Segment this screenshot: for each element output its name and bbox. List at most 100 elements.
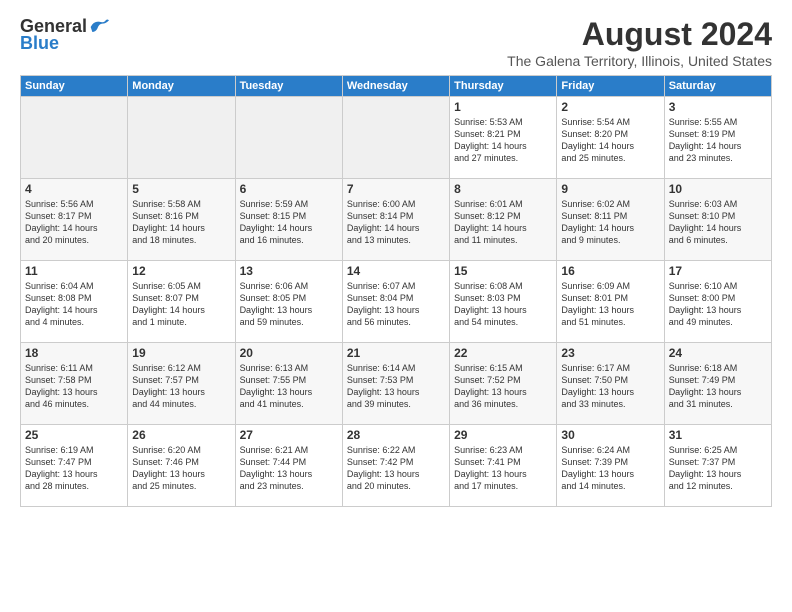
day-info: Sunrise: 6:21 AM Sunset: 7:44 PM Dayligh… (240, 444, 338, 493)
calendar-cell: 30 Sunrise: 6:24 AM Sunset: 7:39 PM Dayli… (557, 425, 664, 507)
calendar-cell (235, 97, 342, 179)
calendar-cell: 5 Sunrise: 5:58 AM Sunset: 8:16 PM Daylig… (128, 179, 235, 261)
day-info: Sunrise: 6:12 AM Sunset: 7:57 PM Dayligh… (132, 362, 230, 411)
week-row-2: 4 Sunrise: 5:56 AM Sunset: 8:17 PM Daylig… (21, 179, 772, 261)
day-number: 19 (132, 346, 230, 360)
day-number: 22 (454, 346, 552, 360)
weekday-header-wednesday: Wednesday (342, 76, 449, 97)
day-info: Sunrise: 6:09 AM Sunset: 8:01 PM Dayligh… (561, 280, 659, 329)
day-number: 27 (240, 428, 338, 442)
day-info: Sunrise: 5:53 AM Sunset: 8:21 PM Dayligh… (454, 116, 552, 165)
calendar-cell: 26Sunrise: 6:20 AM Sunset: 7:46 PM Dayli… (128, 425, 235, 507)
day-info: Sunrise: 5:54 AM Sunset: 8:20 PM Dayligh… (561, 116, 659, 165)
page: General Blue August 2024 The Galena Terr… (0, 0, 792, 612)
day-number: 23 (561, 346, 659, 360)
day-info: Sunrise: 5:56 AM Sunset: 8:17 PM Dayligh… (25, 198, 123, 247)
day-number: 16 (561, 264, 659, 278)
day-info: Sunrise: 6:00 AM Sunset: 8:14 PM Dayligh… (347, 198, 445, 247)
day-number: 7 (347, 182, 445, 196)
day-number: 13 (240, 264, 338, 278)
day-info: Sunrise: 6:05 AM Sunset: 8:07 PM Dayligh… (132, 280, 230, 329)
day-number: 15 (454, 264, 552, 278)
day-info: Sunrise: 6:24 AM Sunset: 7:39 PM Dayligh… (561, 444, 659, 493)
day-number: 5 (132, 182, 230, 196)
logo-blue: Blue (20, 33, 59, 54)
calendar-cell: 27 Sunrise: 6:21 AM Sunset: 7:44 PM Dayli… (235, 425, 342, 507)
day-number: 25 (25, 428, 123, 442)
weekday-header-thursday: Thursday (450, 76, 557, 97)
day-number: 9 (561, 182, 659, 196)
day-info: Sunrise: 6:02 AM Sunset: 8:11 PM Dayligh… (561, 198, 659, 247)
calendar-cell: 19 Sunrise: 6:12 AM Sunset: 7:57 PM Dayli… (128, 343, 235, 425)
day-info: Sunrise: 5:59 AM Sunset: 8:15 PM Dayligh… (240, 198, 338, 247)
weekday-header-tuesday: Tuesday (235, 76, 342, 97)
calendar-cell: 23Sunrise: 6:17 AM Sunset: 7:50 PM Dayli… (557, 343, 664, 425)
day-info: Sunrise: 5:55 AM Sunset: 8:19 PM Dayligh… (669, 116, 767, 165)
calendar-cell: 7 Sunrise: 6:00 AM Sunset: 8:14 PM Daylig… (342, 179, 449, 261)
weekday-header-saturday: Saturday (664, 76, 771, 97)
calendar-cell: 22 Sunrise: 6:15 AM Sunset: 7:52 PM Dayli… (450, 343, 557, 425)
weekday-header-sunday: Sunday (21, 76, 128, 97)
week-row-5: 25 Sunrise: 6:19 AM Sunset: 7:47 PM Dayli… (21, 425, 772, 507)
day-number: 20 (240, 346, 338, 360)
day-number: 17 (669, 264, 767, 278)
calendar-cell (342, 97, 449, 179)
day-number: 12 (132, 264, 230, 278)
day-number: 10 (669, 182, 767, 196)
calendar-cell: 8Sunrise: 6:01 AM Sunset: 8:12 PM Daylig… (450, 179, 557, 261)
day-number: 18 (25, 346, 123, 360)
day-info: Sunrise: 6:08 AM Sunset: 8:03 PM Dayligh… (454, 280, 552, 329)
day-number: 3 (669, 100, 767, 114)
logo-bird-icon (89, 17, 109, 37)
weekday-header-friday: Friday (557, 76, 664, 97)
calendar-cell: 3 Sunrise: 5:55 AM Sunset: 8:19 PM Daylig… (664, 97, 771, 179)
calendar-cell: 11 Sunrise: 6:04 AM Sunset: 8:08 PM Dayli… (21, 261, 128, 343)
calendar-cell: 1Sunrise: 5:53 AM Sunset: 8:21 PM Daylig… (450, 97, 557, 179)
day-info: Sunrise: 6:10 AM Sunset: 8:00 PM Dayligh… (669, 280, 767, 329)
calendar-cell: 21Sunrise: 6:14 AM Sunset: 7:53 PM Dayli… (342, 343, 449, 425)
calendar-cell: 16 Sunrise: 6:09 AM Sunset: 8:01 PM Dayli… (557, 261, 664, 343)
day-number: 6 (240, 182, 338, 196)
calendar-cell (21, 97, 128, 179)
calendar-cell: 10 Sunrise: 6:03 AM Sunset: 8:10 PM Dayli… (664, 179, 771, 261)
calendar: SundayMondayTuesdayWednesdayThursdayFrid… (20, 75, 772, 507)
day-info: Sunrise: 6:01 AM Sunset: 8:12 PM Dayligh… (454, 198, 552, 247)
calendar-cell: 2 Sunrise: 5:54 AM Sunset: 8:20 PM Daylig… (557, 97, 664, 179)
week-row-3: 11 Sunrise: 6:04 AM Sunset: 8:08 PM Dayli… (21, 261, 772, 343)
calendar-cell: 20Sunrise: 6:13 AM Sunset: 7:55 PM Dayli… (235, 343, 342, 425)
day-number: 24 (669, 346, 767, 360)
calendar-cell: 25 Sunrise: 6:19 AM Sunset: 7:47 PM Dayli… (21, 425, 128, 507)
day-info: Sunrise: 6:03 AM Sunset: 8:10 PM Dayligh… (669, 198, 767, 247)
day-info: Sunrise: 6:15 AM Sunset: 7:52 PM Dayligh… (454, 362, 552, 411)
day-number: 21 (347, 346, 445, 360)
month-title: August 2024 (507, 16, 772, 53)
calendar-cell: 9 Sunrise: 6:02 AM Sunset: 8:11 PM Daylig… (557, 179, 664, 261)
header: General Blue August 2024 The Galena Terr… (20, 16, 772, 69)
calendar-cell: 14Sunrise: 6:07 AM Sunset: 8:04 PM Dayli… (342, 261, 449, 343)
day-info: Sunrise: 6:20 AM Sunset: 7:46 PM Dayligh… (132, 444, 230, 493)
location: The Galena Territory, Illinois, United S… (507, 53, 772, 69)
day-info: Sunrise: 5:58 AM Sunset: 8:16 PM Dayligh… (132, 198, 230, 247)
day-number: 4 (25, 182, 123, 196)
calendar-cell: 12 Sunrise: 6:05 AM Sunset: 8:07 PM Dayli… (128, 261, 235, 343)
day-number: 2 (561, 100, 659, 114)
title-section: August 2024 The Galena Territory, Illino… (507, 16, 772, 69)
week-row-1: 1Sunrise: 5:53 AM Sunset: 8:21 PM Daylig… (21, 97, 772, 179)
calendar-cell: 31Sunrise: 6:25 AM Sunset: 7:37 PM Dayli… (664, 425, 771, 507)
calendar-cell: 13 Sunrise: 6:06 AM Sunset: 8:05 PM Dayli… (235, 261, 342, 343)
day-info: Sunrise: 6:19 AM Sunset: 7:47 PM Dayligh… (25, 444, 123, 493)
day-info: Sunrise: 6:11 AM Sunset: 7:58 PM Dayligh… (25, 362, 123, 411)
day-info: Sunrise: 6:07 AM Sunset: 8:04 PM Dayligh… (347, 280, 445, 329)
calendar-cell: 24Sunrise: 6:18 AM Sunset: 7:49 PM Dayli… (664, 343, 771, 425)
day-info: Sunrise: 6:04 AM Sunset: 8:08 PM Dayligh… (25, 280, 123, 329)
day-info: Sunrise: 6:23 AM Sunset: 7:41 PM Dayligh… (454, 444, 552, 493)
logo: General Blue (20, 16, 109, 54)
calendar-cell: 28Sunrise: 6:22 AM Sunset: 7:42 PM Dayli… (342, 425, 449, 507)
calendar-cell: 29Sunrise: 6:23 AM Sunset: 7:41 PM Dayli… (450, 425, 557, 507)
calendar-cell: 18 Sunrise: 6:11 AM Sunset: 7:58 PM Dayli… (21, 343, 128, 425)
day-number: 30 (561, 428, 659, 442)
day-info: Sunrise: 6:06 AM Sunset: 8:05 PM Dayligh… (240, 280, 338, 329)
calendar-cell: 4 Sunrise: 5:56 AM Sunset: 8:17 PM Daylig… (21, 179, 128, 261)
day-number: 11 (25, 264, 123, 278)
calendar-cell: 17 Sunrise: 6:10 AM Sunset: 8:00 PM Dayli… (664, 261, 771, 343)
